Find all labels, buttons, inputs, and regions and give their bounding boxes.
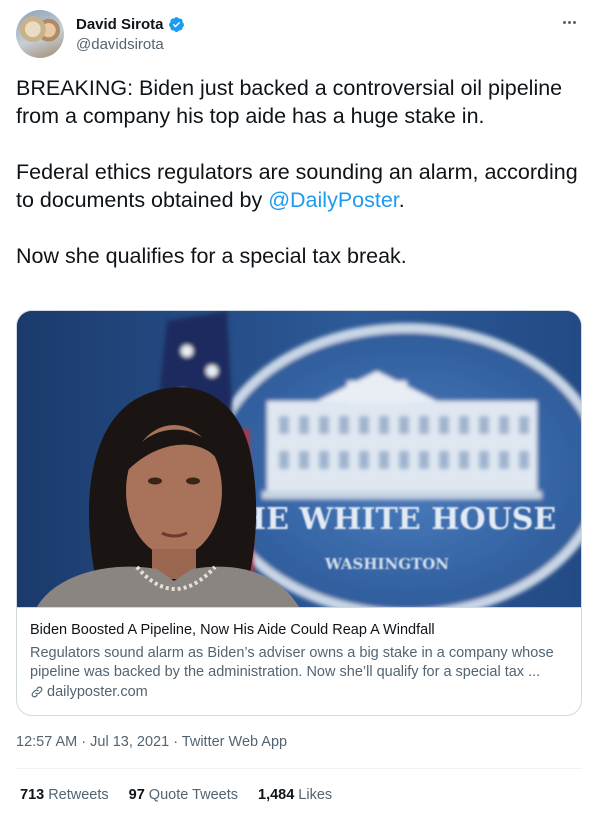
likes-count: 1,484 [258,787,295,803]
meta-separator-1: · [77,734,91,750]
tweet-source[interactable]: Twitter Web App [182,734,287,750]
display-name-row: David Sirota [76,14,185,34]
quote-tweets-stat[interactable]: 97 Quote Tweets [129,787,238,803]
card-body[interactable]: Biden Boosted A Pipeline, Now His Aide C… [17,607,581,715]
card-image[interactable]: HE WHITE HOUSE WASHINGTON [17,311,581,607]
quote-tweets-count: 97 [128,787,145,803]
verified-badge-icon [168,16,184,32]
seal-text-line2: WASHINGTON [324,555,449,573]
link-icon [31,686,43,698]
card-domain-row: dailyposter.com [30,684,148,700]
retweets-stat[interactable]: 713 Retweets [20,787,109,803]
more-horizontal-icon[interactable] [558,14,580,30]
tweet-header: David Sirota @davidsirota [16,10,582,62]
seal-text-line1: HE WHITE HOUSE [238,502,557,537]
card-description: Regulators sound alarm as Biden’s advise… [30,645,554,680]
tweet-meta: 12:57 AM · Jul 13, 2021 · Twitter Web Ap… [16,734,287,750]
likes-stat[interactable]: 1,484 Likes [258,787,332,803]
tweet-paragraph-2: Federal ethics regulators are sounding a… [16,158,582,214]
tweet-time[interactable]: 12:57 AM [16,734,77,750]
divider [16,768,582,769]
link-card[interactable]: HE WHITE HOUSE WASHINGTON Biden Boosted … [16,310,582,716]
handle[interactable]: @davidsirota [76,36,185,53]
tweet-stats: 713 Retweets 97 Quote Tweets 1,484 Likes [20,787,332,803]
display-name[interactable]: David Sirota [76,16,164,33]
card-title[interactable]: Biden Boosted A Pipeline, Now His Aide C… [30,622,435,638]
tweet-date[interactable]: Jul 13, 2021 [90,734,169,750]
meta-separator-2: · [169,734,182,750]
avatar[interactable] [16,10,64,58]
retweets-label: Retweets [48,787,109,803]
quote-tweets-label: Quote Tweets [148,787,238,803]
likes-label: Likes [298,787,333,803]
retweets-count: 713 [20,787,45,803]
tweet-paragraph-3: Now she qualifies for a special tax brea… [16,244,407,268]
card-domain: dailyposter.com [47,684,148,700]
mention-link[interactable]: @DailyPoster [268,188,399,212]
tweet-text: BREAKING: Biden just backed a controvers… [16,74,582,270]
tweet-paragraph-1: BREAKING: Biden just backed a controvers… [16,76,563,128]
card-photo: HE WHITE HOUSE WASHINGTON [17,311,581,607]
author-names: David Sirota @davidsirota [76,14,185,53]
tweet-paragraph-2-suffix: . [398,188,405,212]
